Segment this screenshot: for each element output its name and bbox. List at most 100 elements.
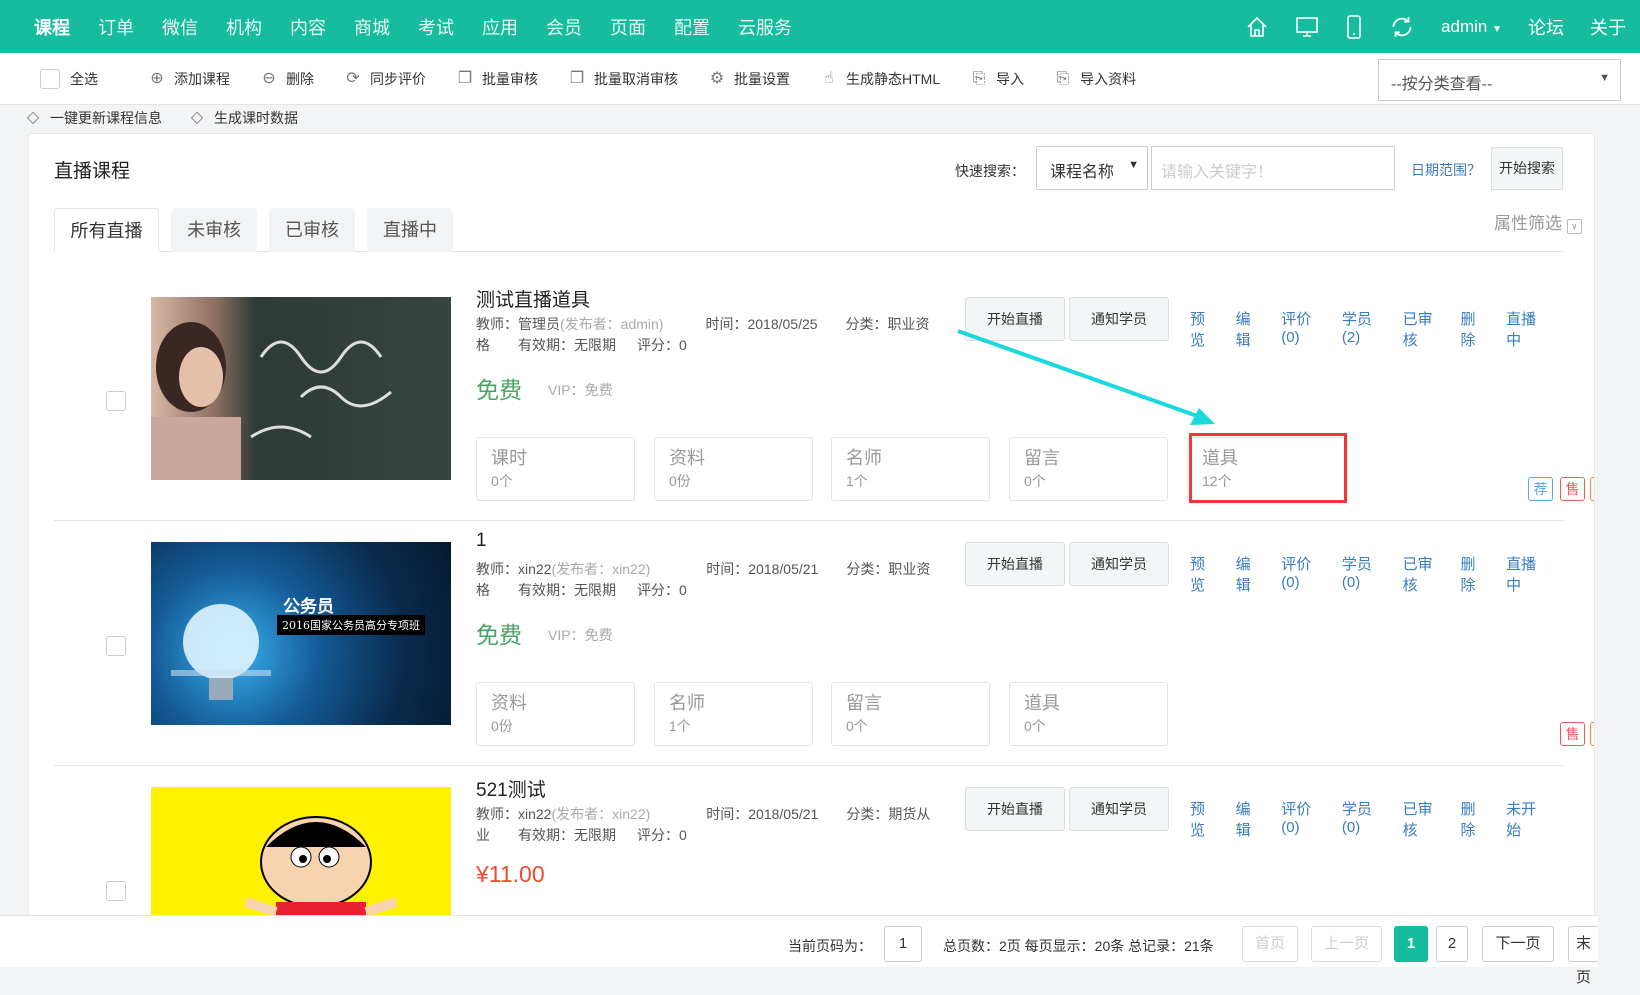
badge-3g: 3G — [1590, 477, 1595, 501]
tab-live-now[interactable]: 直播中 — [367, 208, 453, 252]
nav-config[interactable]: 配置 — [674, 14, 710, 40]
preview-link[interactable]: 预览 — [1190, 553, 1215, 595]
preview-link[interactable]: 预览 — [1190, 798, 1215, 840]
stat-materials[interactable]: 资料0份 — [654, 437, 813, 501]
stat-teachers[interactable]: 名师1个 — [654, 682, 813, 746]
gen-hours-button[interactable]: ◇生成课时数据 — [188, 108, 298, 128]
nav-cloud[interactable]: 云服务 — [738, 14, 792, 40]
delete-link[interactable]: 删除 — [1460, 308, 1485, 350]
sync-review-button[interactable]: ⟳同步评价 — [344, 69, 426, 89]
course-title[interactable]: 1 — [476, 530, 487, 552]
preview-link[interactable]: 预览 — [1190, 308, 1215, 350]
date-range-link[interactable]: 日期范围？ — [1411, 160, 1481, 180]
user-menu[interactable]: admin ▼ — [1441, 17, 1502, 37]
page-2-button[interactable]: 2 — [1436, 926, 1468, 962]
stat-lessons[interactable]: 课时0个 — [476, 437, 635, 501]
nav-wechat[interactable]: 微信 — [162, 14, 198, 40]
import-material-button[interactable]: ⎘导入资料 — [1054, 69, 1136, 89]
row-checkbox[interactable] — [106, 636, 126, 656]
gen-html-button[interactable]: ☝生成静态HTML — [820, 69, 940, 89]
about-link[interactable]: 关于 — [1590, 14, 1626, 40]
reviews-link[interactable]: 评价(0) — [1281, 798, 1321, 840]
import-button[interactable]: ⎘导入 — [970, 69, 1024, 89]
live-status-link[interactable]: 直播中 — [1506, 553, 1543, 595]
nav-course[interactable]: 课程 — [34, 14, 70, 40]
forum-link[interactable]: 论坛 — [1528, 14, 1564, 40]
page-1-button[interactable]: 1 — [1394, 926, 1428, 962]
row-checkbox[interactable] — [106, 881, 126, 901]
students-link[interactable]: 学员(0) — [1342, 798, 1382, 840]
last-page-button[interactable]: 末页 — [1568, 926, 1598, 962]
desktop-icon[interactable] — [1295, 15, 1319, 39]
edit-link[interactable]: 编辑 — [1236, 798, 1261, 840]
nav-page[interactable]: 页面 — [610, 14, 646, 40]
badge-sale: 售 — [1560, 722, 1585, 746]
stat-messages[interactable]: 留言0个 — [1009, 437, 1168, 501]
attribute-filter[interactable]: 属性筛选 ∨ — [1494, 209, 1582, 234]
start-search-button[interactable]: 开始搜索 — [1491, 147, 1563, 190]
start-live-button[interactable]: 开始直播 — [965, 787, 1065, 831]
delete-button[interactable]: ⊖删除 — [260, 69, 314, 89]
sync-label: 同步评价 — [370, 69, 426, 89]
home-icon[interactable] — [1245, 15, 1269, 39]
nav-content[interactable]: 内容 — [290, 14, 326, 40]
batch-settings-button[interactable]: ⚙批量设置 — [708, 69, 790, 89]
review-status-link[interactable]: 已审核 — [1403, 798, 1440, 840]
nav-apps[interactable]: 应用 — [482, 14, 518, 40]
stat-materials[interactable]: 资料0份 — [476, 682, 635, 746]
edit-link[interactable]: 编辑 — [1236, 553, 1261, 595]
stat-props[interactable]: 道具0个 — [1009, 682, 1168, 746]
course-title[interactable]: 测试直播道具 — [476, 285, 590, 312]
next-page-button[interactable]: 下一页 — [1482, 926, 1554, 962]
prev-page-button[interactable]: 上一页 — [1311, 926, 1382, 962]
review-status-link[interactable]: 已审核 — [1403, 553, 1440, 595]
batch-unreview-button[interactable]: ❐批量取消审核 — [568, 69, 678, 89]
search-field-select[interactable]: 课程名称▼ — [1036, 146, 1148, 190]
tab-all-live[interactable]: 所有直播 — [54, 208, 159, 252]
stat-value: 0个 — [1024, 716, 1153, 736]
nav-order[interactable]: 订单 — [98, 14, 134, 40]
students-link[interactable]: 学员(2) — [1342, 308, 1382, 350]
live-status-link[interactable]: 直播中 — [1506, 308, 1543, 350]
search-input[interactable]: 请输入关键字！ — [1151, 146, 1395, 190]
notify-students-button[interactable]: 通知学员 — [1069, 297, 1169, 341]
reviews-link[interactable]: 评价(0) — [1281, 553, 1321, 595]
notify-students-button[interactable]: 通知学员 — [1069, 542, 1169, 586]
tab-unreviewed[interactable]: 未审核 — [171, 208, 257, 252]
edit-link[interactable]: 编辑 — [1236, 308, 1261, 350]
validity: 有效期：无限期 — [518, 827, 616, 843]
page-number-input[interactable]: 1 — [884, 926, 922, 962]
teacher: 教师：xin22 — [476, 806, 551, 822]
row-checkbox[interactable] — [106, 391, 126, 411]
start-live-button[interactable]: 开始直播 — [965, 542, 1065, 586]
notify-students-button[interactable]: 通知学员 — [1069, 787, 1169, 831]
delete-link[interactable]: 删除 — [1460, 798, 1485, 840]
select-all[interactable]: 全选 — [40, 69, 98, 89]
nav-mall[interactable]: 商城 — [354, 14, 390, 40]
select-all-checkbox[interactable] — [40, 69, 60, 89]
batch-review-label: 批量审核 — [482, 69, 538, 89]
stat-teachers[interactable]: 名师1个 — [831, 437, 990, 501]
course-title[interactable]: 521测试 — [476, 775, 546, 802]
batch-review-button[interactable]: ❐批量审核 — [456, 69, 538, 89]
price: ¥11.00 — [476, 861, 545, 888]
nav-exam[interactable]: 考试 — [418, 14, 454, 40]
live-status-link[interactable]: 未开始 — [1506, 798, 1543, 840]
refresh-icon[interactable] — [1389, 14, 1415, 40]
course-thumbnail[interactable] — [151, 297, 451, 480]
mobile-icon[interactable] — [1345, 15, 1363, 39]
course-thumbnail[interactable]: 公务员 2016国家公务员高分专项班 — [151, 542, 451, 725]
first-page-button[interactable]: 首页 — [1242, 926, 1298, 962]
students-link[interactable]: 学员(0) — [1342, 553, 1382, 595]
tab-reviewed[interactable]: 已审核 — [269, 208, 355, 252]
stat-messages[interactable]: 留言0个 — [831, 682, 990, 746]
review-status-link[interactable]: 已审核 — [1403, 308, 1440, 350]
nav-org[interactable]: 机构 — [226, 14, 262, 40]
category-select[interactable]: --按分类查看--▼ — [1378, 59, 1621, 101]
update-course-info-button[interactable]: ◇一键更新课程信息 — [24, 108, 162, 128]
reviews-link[interactable]: 评价(0) — [1281, 308, 1321, 350]
add-course-button[interactable]: ⊕添加课程 — [148, 69, 230, 89]
start-live-button[interactable]: 开始直播 — [965, 297, 1065, 341]
delete-link[interactable]: 删除 — [1460, 553, 1485, 595]
nav-member[interactable]: 会员 — [546, 14, 582, 40]
